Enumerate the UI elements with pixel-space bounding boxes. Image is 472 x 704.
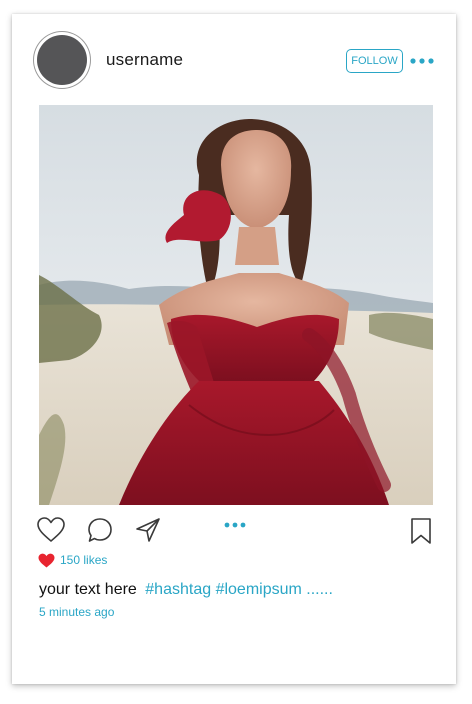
heart-outline-icon[interactable] — [36, 516, 66, 544]
username[interactable]: username — [106, 50, 183, 70]
caption-text: your text here — [39, 581, 137, 598]
post-actions-bar — [12, 510, 456, 550]
send-icon[interactable] — [134, 516, 162, 544]
avatar[interactable] — [37, 35, 87, 85]
follow-button[interactable]: FOLLOW — [346, 49, 403, 73]
post-timestamp: 5 minutes ago — [39, 605, 115, 619]
carousel-dots-icon — [223, 517, 247, 528]
post-header: username FOLLOW — [12, 14, 456, 104]
likes-row: 150 likes — [38, 551, 107, 569]
comment-icon[interactable] — [86, 516, 114, 544]
post-card: username FOLLOW 150 likes your text here… — [12, 14, 456, 684]
bookmark-icon[interactable] — [409, 516, 433, 546]
caption: your text here #hashtag #loemipsum .....… — [39, 581, 333, 599]
heart-filled-icon — [38, 553, 55, 568]
post-image[interactable] — [39, 105, 433, 505]
likes-count[interactable]: 150 likes — [60, 553, 107, 567]
more-options-icon[interactable] — [410, 54, 434, 68]
caption-hashtags[interactable]: #hashtag #loemipsum ...... — [145, 581, 333, 598]
